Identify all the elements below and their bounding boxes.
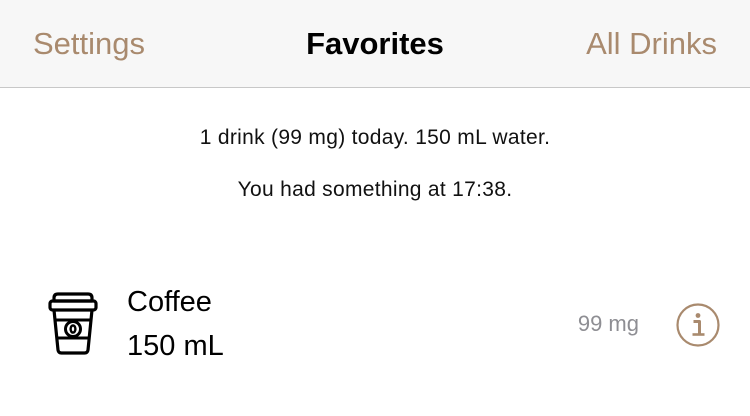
last-drink-time-text: You had something at 17:38.	[237, 178, 513, 201]
settings-button[interactable]: Settings	[33, 24, 145, 64]
drink-caffeine-amount: 99 mg	[577, 311, 639, 336]
drink-volume: 150 mL	[127, 330, 224, 362]
info-icon[interactable]	[676, 303, 720, 347]
drink-name: Coffee	[127, 286, 212, 318]
all-drinks-button[interactable]: All Drinks	[586, 24, 717, 64]
daily-summary-text: 1 drink (99 mg) today. 150 mL water.	[199, 126, 551, 149]
coffee-cup-icon	[48, 292, 98, 355]
navigation-bar: Settings Favorites All Drinks	[0, 0, 750, 88]
favorite-drink-row[interactable]: Coffee 150 mL 99 mg	[0, 268, 750, 384]
